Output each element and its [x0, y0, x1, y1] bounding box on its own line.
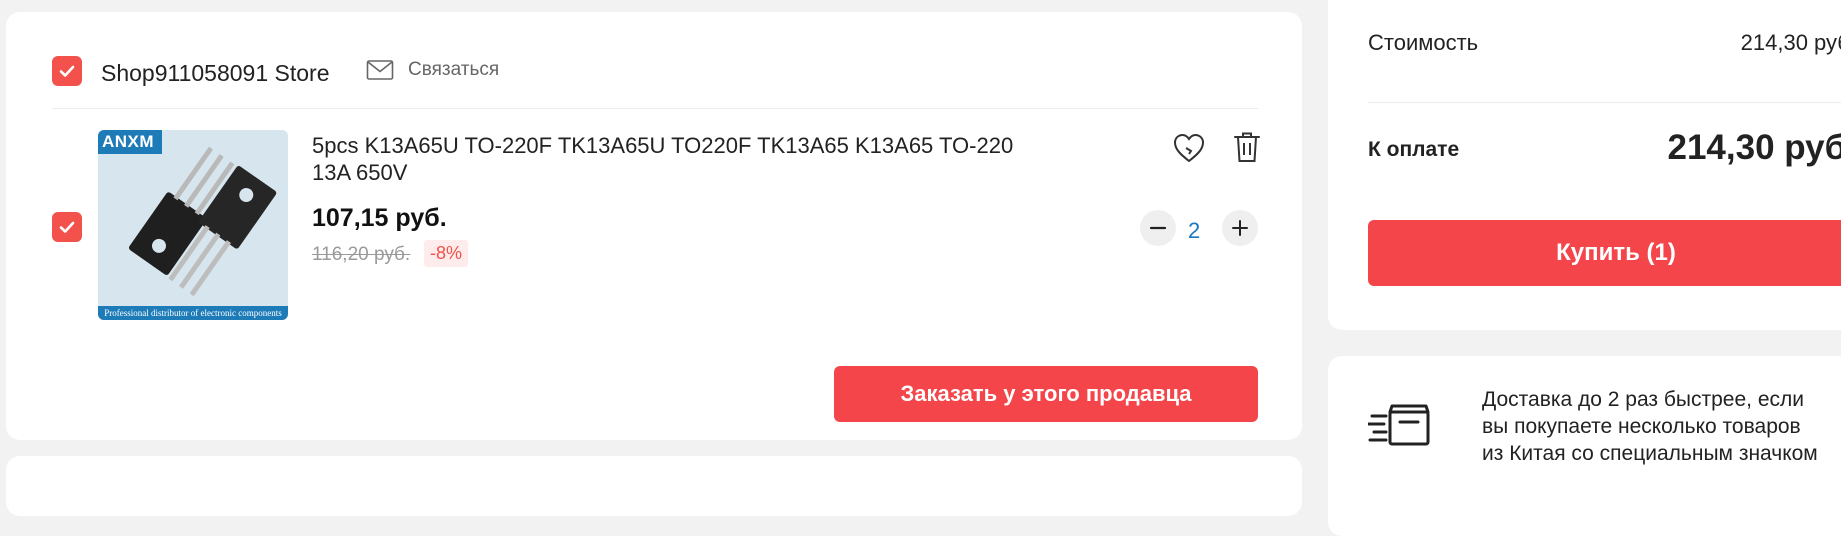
store-select-checkbox[interactable]	[52, 56, 82, 86]
decrease-quantity-button[interactable]	[1140, 210, 1176, 246]
image-caption: Professional distributor of electronic c…	[98, 306, 288, 320]
store-cart-card: Shop911058091 Store Связаться ANXM Profe…	[6, 12, 1302, 440]
image-brand-label: ANXM	[98, 130, 163, 154]
plus-icon	[1232, 220, 1248, 236]
increase-quantity-button[interactable]	[1222, 210, 1258, 246]
product-old-price: 116,20 руб.	[312, 244, 411, 265]
check-icon	[59, 221, 75, 233]
order-summary-card: Стоимость 214,30 руб. К оплате 214,30 ру…	[1328, 0, 1841, 330]
discount-badge: -8%	[424, 240, 469, 267]
total-label: К оплате	[1368, 138, 1460, 161]
delivery-info-card: Доставка до 2 раз быстрее, если вы покуп…	[1328, 356, 1841, 536]
envelope-icon	[366, 60, 394, 80]
delivery-info-text: Доставка до 2 раз быстрее, если вы покуп…	[1482, 388, 1818, 465]
fast-delivery-box-icon	[1366, 402, 1432, 453]
minus-icon	[1149, 226, 1167, 230]
divider	[52, 108, 1258, 109]
quantity-value[interactable]: 2	[1188, 218, 1200, 244]
store-name[interactable]: Shop911058091 Store	[101, 60, 330, 87]
item-select-checkbox[interactable]	[52, 212, 82, 242]
buy-button[interactable]: Купить (1)	[1368, 220, 1841, 286]
next-store-card	[6, 456, 1302, 516]
delete-item-button[interactable]	[1232, 130, 1262, 169]
product-title[interactable]: 5pcs K13A65U TO-220F TK13A65U TO220F TK1…	[312, 132, 1052, 186]
trash-icon	[1234, 132, 1260, 162]
cost-value: 214,30 руб.	[1740, 30, 1841, 55]
transistor-picture	[98, 130, 288, 320]
divider	[1368, 102, 1841, 103]
product-image[interactable]: ANXM Professional distributor of electro…	[98, 130, 288, 320]
cost-label: Стоимость	[1368, 30, 1479, 55]
check-icon	[59, 65, 75, 77]
contact-seller-link[interactable]: Связаться	[366, 59, 499, 81]
order-from-seller-button[interactable]: Заказать у этого продавца	[834, 366, 1258, 422]
heart-icon	[1173, 133, 1205, 163]
add-to-wishlist-button[interactable]	[1172, 132, 1206, 169]
product-price: 107,15 руб.	[312, 204, 447, 232]
contact-label: Связаться	[408, 59, 500, 80]
total-value: 214,30 руб.	[1667, 128, 1841, 167]
